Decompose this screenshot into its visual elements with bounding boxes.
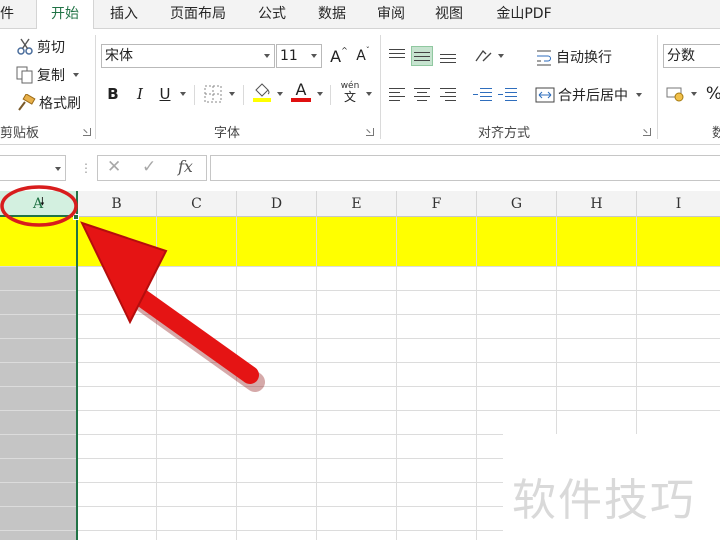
red-arrow-icon	[80, 221, 265, 392]
watermark-text: 软件技巧	[512, 475, 696, 526]
watermark: 软件技巧	[503, 434, 720, 540]
highlight-circle	[0, 185, 78, 227]
